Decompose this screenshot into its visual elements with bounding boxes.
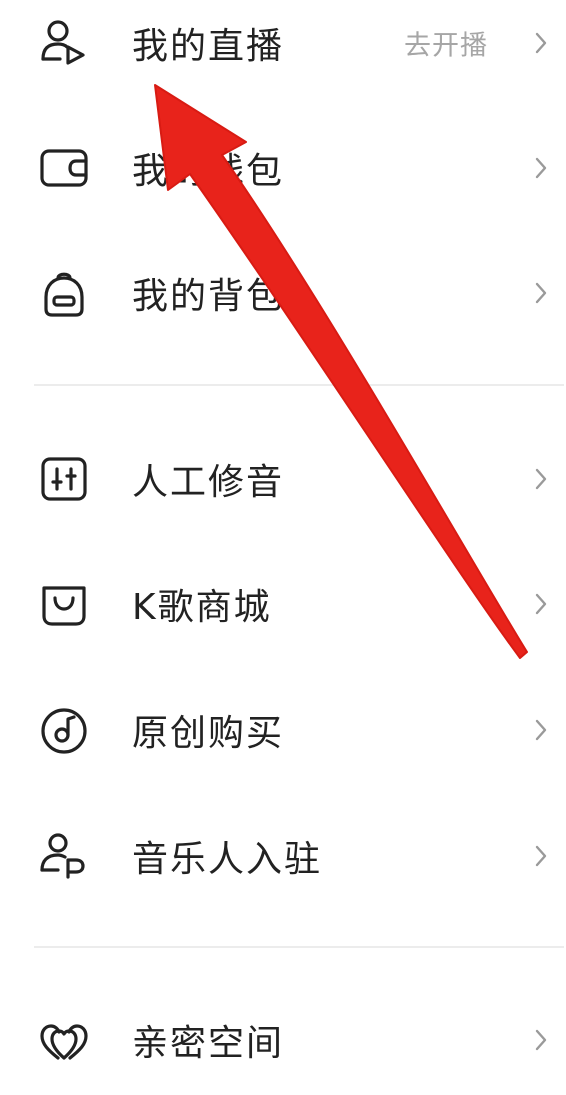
wallet-icon [38, 142, 90, 194]
menu-item-label: 音乐人入驻 [132, 839, 323, 880]
live-user-icon [38, 17, 90, 69]
menu-item-label: 我的直播 [132, 26, 285, 67]
menu-item-k-song-mall[interactable]: K歌商城 [0, 549, 566, 659]
double-heart-icon [38, 1014, 90, 1066]
section-divider [34, 384, 564, 386]
menu-item-label: 原创购买 [132, 713, 285, 754]
menu-item-label: 我的背包 [132, 276, 285, 317]
menu-item-intimate-space[interactable]: 亲密空间 [0, 985, 566, 1095]
music-disc-icon [38, 704, 90, 756]
menu-item-label: 亲密空间 [132, 1023, 285, 1064]
chevron-right-icon [532, 153, 550, 183]
go-live-hint[interactable]: 去开播 [404, 24, 488, 63]
menu-item-label: 人工修音 [132, 462, 285, 503]
chevron-right-icon [532, 278, 550, 308]
chevron-right-icon [532, 715, 550, 745]
menu-item-label: 我的钱包 [132, 151, 285, 192]
musician-icon [38, 830, 90, 882]
menu-item-manual-tuning[interactable]: 人工修音 [0, 424, 566, 534]
menu-item-my-wallet[interactable]: 我的钱包 [0, 113, 566, 223]
equalizer-icon [38, 453, 90, 505]
menu-item-original-purchase[interactable]: 原创购买 [0, 675, 566, 785]
chevron-right-icon [532, 28, 550, 58]
section-divider [34, 946, 564, 948]
shopping-bag-icon [38, 578, 90, 630]
chevron-right-icon [532, 589, 550, 619]
backpack-icon [38, 267, 90, 319]
menu-item-my-backpack[interactable]: 我的背包 [0, 238, 566, 348]
chevron-right-icon [532, 841, 550, 871]
menu-item-label: K歌商城 [132, 587, 272, 628]
menu-item-my-live[interactable]: 我的直播 去开播 [0, 0, 566, 98]
menu-item-musician-join[interactable]: 音乐人入驻 [0, 801, 566, 911]
chevron-right-icon [532, 1025, 550, 1055]
chevron-right-icon [532, 464, 550, 494]
